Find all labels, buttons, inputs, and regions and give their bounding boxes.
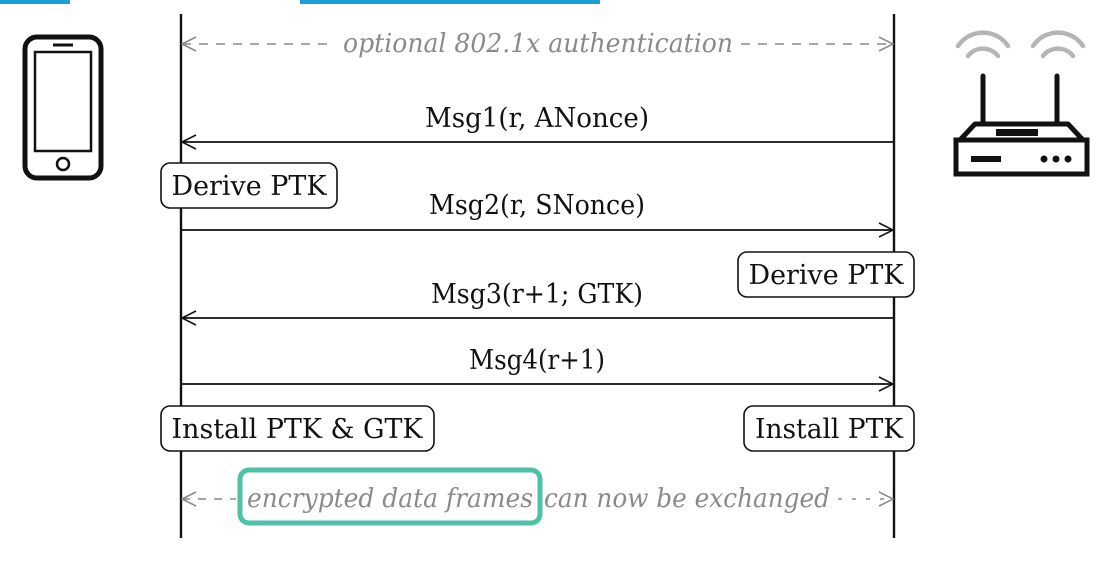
msg3-label: Msg3(r+1; GTK)	[431, 279, 643, 310]
ap-install-box: Install PTK	[743, 405, 915, 452]
handshake-diagram: optional 802.1x authentication Msg1(r, A…	[0, 0, 1090, 538]
ap-derive-ptk-label: Derive PTK	[749, 260, 905, 291]
msg2-label: Msg2(r, SNonce)	[429, 190, 645, 221]
ap-install-label: Install PTK	[755, 414, 904, 445]
msg1-arrow: Msg1(r, ANonce)	[182, 103, 893, 142]
msg4-arrow: Msg4(r+1)	[182, 345, 893, 384]
optional-auth-label: optional 802.1x authentication	[343, 29, 733, 59]
encrypted-data-exchange: encrypted data frames can now be exchang…	[182, 467, 893, 526]
cropped-title-fragment	[0, 0, 600, 4]
optional-auth-exchange: optional 802.1x authentication	[182, 29, 893, 59]
wifi-router-icon	[953, 30, 1090, 177]
client-derive-ptk-box: Derive PTK	[160, 162, 338, 209]
client-install-box: Install PTK & GTK	[160, 405, 435, 452]
smartphone-icon	[22, 34, 104, 181]
encrypted-highlight-label: encrypted data frames	[247, 484, 533, 514]
client-install-label: Install PTK & GTK	[172, 414, 424, 445]
client-derive-ptk-label: Derive PTK	[172, 171, 328, 202]
ap-derive-ptk-box: Derive PTK	[737, 251, 915, 298]
msg1-label: Msg1(r, ANonce)	[425, 103, 649, 134]
encrypted-rest-label: can now be exchanged	[544, 484, 830, 514]
msg4-label: Msg4(r+1)	[469, 345, 605, 376]
